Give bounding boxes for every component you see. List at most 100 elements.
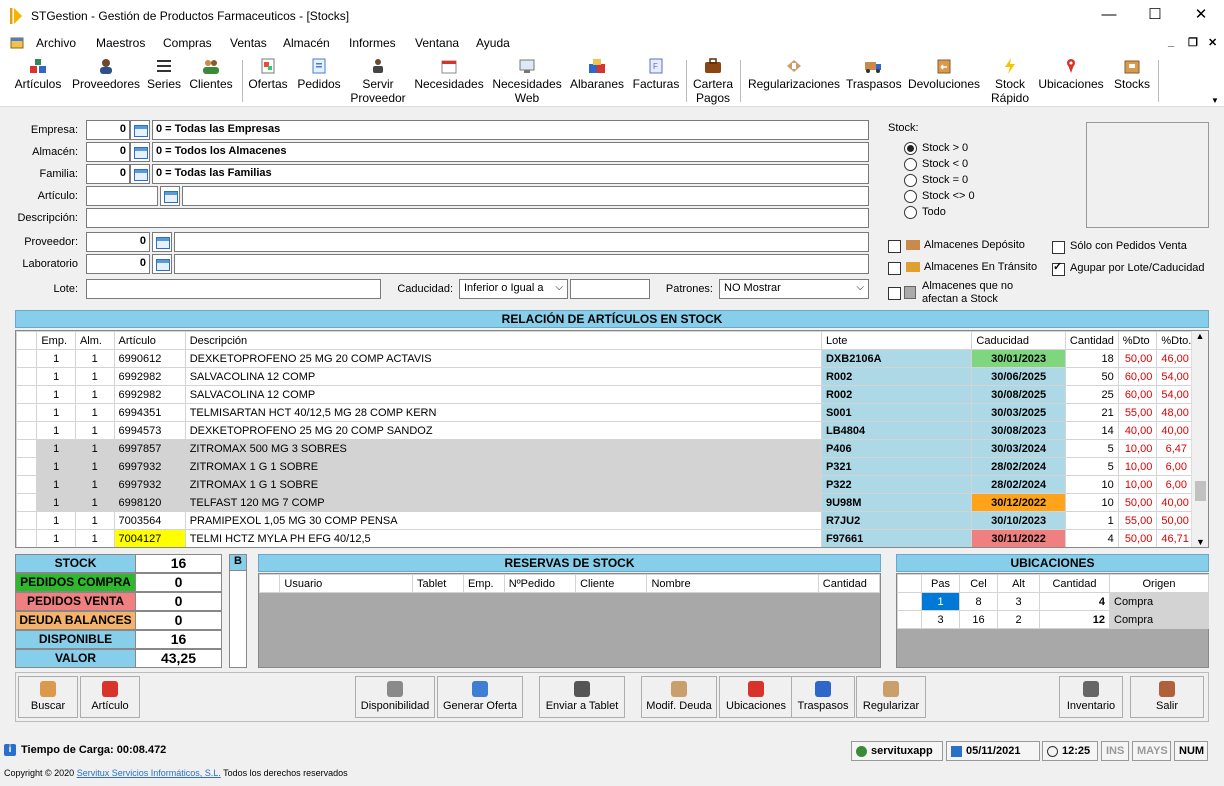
disponibilidad-button[interactable]: Disponibilidad bbox=[355, 676, 435, 718]
mdi-close-button[interactable]: ✕ bbox=[1208, 36, 1217, 49]
table-row[interactable]: 1 1 6998120 TELFAST 120 MG 7 COMP 9U98M 30/12… bbox=[16, 493, 1192, 512]
column-header[interactable]: Cel bbox=[959, 574, 998, 593]
column-header[interactable]: Descripción bbox=[184, 331, 822, 350]
column-header[interactable]: Origen bbox=[1109, 574, 1209, 593]
lote-input[interactable] bbox=[86, 279, 381, 299]
laboratorio-code-input[interactable]: 0 bbox=[86, 254, 150, 274]
toolbar-pedidos-button[interactable]: Pedidos bbox=[294, 56, 344, 106]
table-row[interactable]: 1 1 6994351 TELMISARTAN HCT 40/12,5 MG 28 C… bbox=[16, 403, 1192, 422]
stock-filter-radio[interactable]: Stock <> 0 bbox=[904, 189, 975, 203]
empresa-code-input[interactable]: 0 bbox=[86, 120, 130, 140]
minimize-button[interactable]: — bbox=[1086, 0, 1132, 32]
agrupar-lote-checkbox[interactable]: Agupar por Lote/Caducidad bbox=[1052, 261, 1205, 276]
toolbar-facturas-button[interactable]: F Facturas bbox=[630, 56, 682, 106]
toolbar-devoluciones-button[interactable]: Devoluciones bbox=[904, 56, 984, 106]
menu-ayuda[interactable]: Ayuda bbox=[476, 36, 510, 50]
almacen-picker-icon[interactable] bbox=[130, 142, 150, 162]
mdi-restore-button[interactable]: ❐ bbox=[1188, 36, 1198, 49]
toolbar-clientes-button[interactable]: Clientes bbox=[186, 56, 236, 106]
articulo-picker-icon[interactable] bbox=[160, 186, 180, 206]
menu-ventana[interactable]: Ventana bbox=[415, 36, 459, 50]
stock-filter-radio[interactable]: Stock > 0 bbox=[904, 141, 968, 155]
familia-picker-icon[interactable] bbox=[130, 164, 150, 184]
caducidad-date-input[interactable] bbox=[570, 279, 650, 299]
toolbar-stock-rapido-button[interactable]: Stock Rápido bbox=[988, 56, 1032, 106]
company-link[interactable]: Servitux Servicios Informáticos, S.L. bbox=[77, 768, 221, 778]
table-row[interactable]: 1 1 6997932 ZITROMAX 1 G 1 SOBRE P322 28/02/2… bbox=[16, 475, 1192, 494]
column-header[interactable]: Nombre bbox=[646, 574, 819, 593]
column-header[interactable]: Emp. bbox=[462, 574, 505, 593]
toolbar-regularizaciones-button[interactable]: Regularizaciones bbox=[746, 56, 842, 106]
column-header[interactable]: Lote bbox=[820, 331, 973, 350]
familia-code-input[interactable]: 0 bbox=[86, 164, 130, 184]
salir-button[interactable]: Salir bbox=[1130, 676, 1204, 718]
table-row[interactable]: 1 1 7004127 TELMI HCTZ MYLA PH EFG 40/12,5 F… bbox=[16, 529, 1192, 547]
inventario-button[interactable]: Inventario bbox=[1059, 676, 1123, 718]
column-header[interactable]: Cliente bbox=[575, 574, 648, 593]
menu-informes[interactable]: Informes bbox=[349, 36, 396, 50]
table-row[interactable]: 1 1 6990612 DEXKETOPROFENO 25 MG 20 COMP AC… bbox=[16, 349, 1192, 368]
empresa-picker-icon[interactable] bbox=[130, 120, 150, 140]
toolbar-articulos-button[interactable]: Artículos bbox=[10, 56, 66, 106]
generar-oferta-button[interactable]: Generar Oferta bbox=[437, 676, 523, 718]
mdi-minimize-button[interactable]: _ bbox=[1168, 36, 1174, 48]
modif-deuda-button[interactable]: Modif. Deuda bbox=[641, 676, 717, 718]
table-row[interactable]: 1 1 7003564 PRAMIPEXOL 1,05 MG 30 COMP PENS… bbox=[16, 511, 1192, 530]
column-header[interactable]: Alt bbox=[997, 574, 1040, 593]
laboratorio-picker-icon[interactable] bbox=[152, 254, 172, 274]
toolbar-overflow-icon[interactable]: ▼ bbox=[1211, 96, 1219, 105]
column-header[interactable]: Tablet bbox=[411, 574, 464, 593]
mdi-child-icon[interactable] bbox=[10, 36, 24, 50]
almacen-code-input[interactable]: 0 bbox=[86, 142, 130, 162]
column-header[interactable]: Emp. bbox=[36, 331, 76, 350]
column-header[interactable]: Usuario bbox=[279, 574, 413, 593]
toolbar-stocks-button[interactable]: Stocks bbox=[1110, 56, 1154, 106]
toolbar-necesidades-button[interactable]: Necesidades bbox=[412, 56, 486, 106]
column-header[interactable]: Caducidad bbox=[971, 331, 1066, 350]
column-header[interactable]: %Dto.M bbox=[1156, 331, 1192, 350]
table-row[interactable]: 1 1 6997857 ZITROMAX 500 MG 3 SOBRES P406 30/… bbox=[16, 439, 1192, 458]
column-header[interactable]: Cantidad bbox=[1064, 331, 1119, 350]
column-header[interactable]: %Dto bbox=[1117, 331, 1158, 350]
articulo-code-input[interactable] bbox=[86, 186, 158, 206]
almacenes-transito-checkbox[interactable]: Almacenes En Tránsito bbox=[888, 261, 1037, 275]
column-header[interactable]: Pas bbox=[921, 574, 960, 593]
regularizar-button[interactable]: Regularizar bbox=[856, 676, 926, 718]
stock-filter-radio[interactable]: Stock = 0 bbox=[904, 173, 968, 187]
toolbar-servir-proveedor-button[interactable]: Servir Proveedor bbox=[348, 56, 408, 106]
toolbar-albaranes-button[interactable]: Albaranes bbox=[568, 56, 626, 106]
articulo-button[interactable]: Artículo bbox=[80, 676, 140, 718]
toolbar-ubicaciones-button[interactable]: Ubicaciones bbox=[1036, 56, 1106, 106]
column-header[interactable]: NºPedido bbox=[503, 574, 577, 593]
enviar-tablet-button[interactable]: Enviar a Tablet bbox=[539, 676, 625, 718]
buscar-button[interactable]: Buscar bbox=[18, 676, 78, 718]
maximize-button[interactable]: ☐ bbox=[1132, 0, 1178, 32]
menu-compras[interactable]: Compras bbox=[163, 36, 212, 50]
column-header[interactable]: Artículo bbox=[113, 331, 186, 350]
almacenes-deposito-checkbox[interactable]: Almacenes Depósito bbox=[888, 239, 1025, 253]
proveedor-picker-icon[interactable] bbox=[152, 232, 172, 252]
toolbar-traspasos-button[interactable]: Traspasos bbox=[846, 56, 902, 106]
toolbar-cartera-pagos-button[interactable]: Cartera Pagos bbox=[690, 56, 736, 106]
proveedor-code-input[interactable]: 0 bbox=[86, 232, 150, 252]
table-row[interactable]: 1 1 6997932 ZITROMAX 1 G 1 SOBRE P321 28/02/2… bbox=[16, 457, 1192, 476]
scroll-thumb[interactable] bbox=[1195, 481, 1206, 501]
menu-archivo[interactable]: Archivo bbox=[36, 36, 76, 50]
column-header[interactable]: Alm. bbox=[74, 331, 115, 350]
toolbar-ofertas-button[interactable]: Ofertas bbox=[246, 56, 290, 106]
table-row[interactable]: 1 8 3 4 Compra bbox=[897, 592, 1209, 611]
stock-filter-radio[interactable]: Stock < 0 bbox=[904, 157, 968, 171]
table-row[interactable]: 3 16 2 12 Compra bbox=[897, 610, 1209, 629]
menu-ventas[interactable]: Ventas bbox=[230, 36, 267, 50]
close-button[interactable]: ✕ bbox=[1178, 0, 1224, 32]
table-row[interactable]: 1 1 6992982 SALVACOLINA 12 COMP R002 30/08/20… bbox=[16, 385, 1192, 404]
scroll-down-icon[interactable]: ▼ bbox=[1192, 537, 1208, 547]
column-header[interactable]: Cantidad bbox=[1039, 574, 1110, 593]
solo-pedidos-venta-checkbox[interactable]: Sólo con Pedidos Venta bbox=[1052, 240, 1187, 254]
menu-maestros[interactable]: Maestros bbox=[96, 36, 145, 50]
ubicaciones-button[interactable]: Ubicaciones bbox=[719, 676, 793, 718]
stock-list-scrollbar[interactable]: ▲ ▼ bbox=[1191, 331, 1208, 547]
toolbar-series-button[interactable]: Series bbox=[146, 56, 182, 106]
scroll-up-icon[interactable]: ▲ bbox=[1192, 331, 1208, 341]
traspasos-button[interactable]: Traspasos bbox=[791, 676, 855, 718]
